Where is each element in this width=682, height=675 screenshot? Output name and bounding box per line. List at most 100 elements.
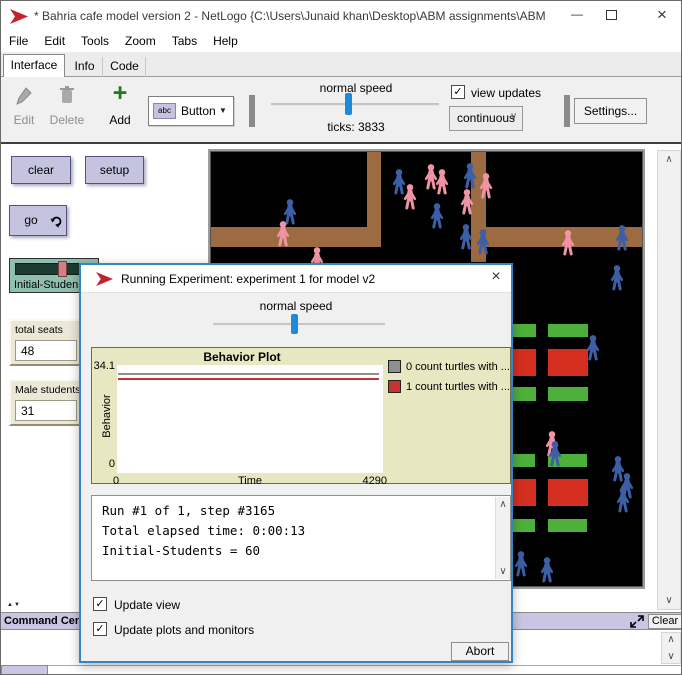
scroll-up-icon[interactable]: ∧ bbox=[658, 154, 680, 165]
wall bbox=[211, 227, 381, 247]
plot-line bbox=[118, 373, 379, 375]
splitter-handle[interactable]: ▲▼ bbox=[7, 602, 23, 612]
update-view-label: Update view bbox=[114, 598, 180, 612]
abort-button[interactable]: Abort bbox=[451, 642, 509, 661]
female-student-turtle bbox=[435, 169, 449, 195]
monitor-value: 48 bbox=[15, 340, 77, 361]
slider-handle[interactable] bbox=[58, 261, 67, 277]
dialog-speed-handle[interactable] bbox=[291, 314, 298, 334]
scroll-down-icon[interactable]: ∨ bbox=[658, 595, 680, 606]
forever-loop-icon bbox=[50, 215, 63, 228]
scroll-down-icon[interactable]: ∨ bbox=[496, 566, 510, 577]
female-student-turtle bbox=[403, 184, 417, 210]
check-icon: ✓ bbox=[95, 598, 104, 610]
menu-tabs[interactable]: Tabs bbox=[164, 31, 205, 52]
tab-info[interactable]: Info bbox=[67, 57, 103, 77]
seat bbox=[512, 519, 535, 532]
dialog-speed-track[interactable] bbox=[213, 323, 385, 326]
monitor-label: total seats bbox=[15, 324, 63, 336]
behavior-plot: Behavior Plot 34.1 0 Behavior 0 Time 429… bbox=[91, 347, 511, 484]
button-widget-chip-icon: abc bbox=[153, 103, 176, 119]
check-icon: ✓ bbox=[95, 623, 104, 635]
menu-edit[interactable]: Edit bbox=[36, 31, 73, 52]
world-vertical-scrollbar[interactable]: ∧ ∨ bbox=[657, 150, 681, 610]
plot-area bbox=[117, 365, 383, 473]
seat bbox=[548, 387, 588, 401]
dialog-close-button[interactable]: × bbox=[485, 268, 507, 286]
legend-label: 1 count turtles with ... bbox=[406, 381, 510, 393]
menu-help[interactable]: Help bbox=[205, 31, 246, 52]
toolbar-separator bbox=[564, 95, 570, 127]
female-student-turtle bbox=[561, 230, 575, 256]
male-student-turtle bbox=[586, 335, 600, 361]
x-axis-max-tick: 4290 bbox=[347, 475, 387, 487]
close-button[interactable]: × bbox=[649, 5, 675, 25]
total-seats-monitor: total seats 48 bbox=[9, 319, 81, 366]
dialog-title: Running Experiment: experiment 1 for mod… bbox=[121, 272, 375, 286]
widget-type-dropdown[interactable]: abc Button ▼ bbox=[148, 96, 234, 126]
seat bbox=[512, 324, 536, 337]
running-experiment-dialog: Running Experiment: experiment 1 for mod… bbox=[79, 263, 513, 663]
go-button[interactable]: go bbox=[9, 205, 67, 236]
female-student-turtle bbox=[460, 189, 474, 215]
male-student-turtle bbox=[463, 163, 477, 189]
speed-slider-track[interactable] bbox=[271, 103, 439, 106]
scroll-down-icon[interactable]: ∨ bbox=[662, 651, 680, 662]
menu-zoom[interactable]: Zoom bbox=[117, 31, 164, 52]
view-updates-checkbox[interactable]: ✓ bbox=[451, 85, 465, 99]
edit-label: Edit bbox=[5, 113, 43, 127]
legend-label: 0 count turtles with ... bbox=[406, 361, 510, 373]
tab-interface[interactable]: Interface bbox=[3, 54, 65, 77]
scroll-up-icon[interactable]: ∧ bbox=[662, 634, 680, 645]
male-student-turtle bbox=[615, 225, 629, 251]
command-scrollbar[interactable]: ∧ ∨ bbox=[661, 632, 681, 664]
minimize-button[interactable]: — bbox=[564, 7, 590, 21]
edit-pencil-icon[interactable] bbox=[16, 87, 32, 105]
seat bbox=[512, 454, 535, 467]
tab-code[interactable]: Code bbox=[104, 57, 146, 77]
update-view-checkbox[interactable]: ✓ bbox=[93, 597, 107, 611]
male-student-turtle bbox=[514, 551, 528, 577]
plot-title: Behavior Plot bbox=[92, 350, 392, 364]
output-scrollbar[interactable]: ∧ ∨ bbox=[495, 497, 510, 579]
toolbar: Edit Delete + Add abc Button ▼ normal sp… bbox=[1, 77, 682, 144]
setup-button[interactable]: setup bbox=[85, 156, 144, 184]
expand-icon[interactable] bbox=[630, 615, 644, 628]
command-input-row[interactable] bbox=[1, 665, 682, 675]
menu-tools[interactable]: Tools bbox=[73, 31, 117, 52]
male-student-turtle bbox=[476, 229, 490, 255]
run-output-line: Initial-Students = 60 bbox=[102, 543, 260, 558]
table bbox=[512, 479, 536, 506]
male-students-monitor: Male students 31 bbox=[9, 379, 81, 426]
delete-label: Delete bbox=[45, 113, 89, 127]
go-label: go bbox=[24, 213, 37, 227]
netlogo-icon bbox=[9, 8, 29, 25]
update-plots-checkbox[interactable]: ✓ bbox=[93, 622, 107, 636]
command-clear-button[interactable]: Clear bbox=[648, 614, 682, 629]
window-title: * Bahria cafe model version 2 - NetLogo … bbox=[34, 9, 549, 23]
settings-button[interactable]: Settings... bbox=[574, 98, 647, 124]
seat bbox=[548, 519, 587, 532]
menu-file[interactable]: File bbox=[1, 31, 36, 52]
add-plus-icon[interactable]: + bbox=[105, 79, 135, 108]
male-student-turtle bbox=[459, 224, 473, 250]
speed-slider-handle[interactable] bbox=[345, 93, 352, 115]
scroll-up-icon[interactable]: ∧ bbox=[496, 499, 510, 510]
y-axis-label: Behavior bbox=[101, 386, 113, 446]
titlebar: * Bahria cafe model version 2 - NetLogo … bbox=[1, 1, 682, 31]
clear-button[interactable]: clear bbox=[11, 156, 71, 184]
x-axis-label: Time bbox=[117, 475, 383, 487]
add-label: Add bbox=[105, 113, 135, 127]
update-plots-label: Update plots and monitors bbox=[114, 623, 254, 637]
table bbox=[548, 349, 588, 376]
female-student-turtle bbox=[276, 221, 290, 247]
male-student-turtle bbox=[616, 487, 630, 513]
update-mode-dropdown[interactable]: continuous ∨ bbox=[449, 106, 523, 131]
table bbox=[548, 479, 588, 506]
plot-line bbox=[118, 378, 379, 380]
maximize-button[interactable] bbox=[606, 10, 617, 20]
delete-trash-icon[interactable] bbox=[59, 85, 75, 105]
male-student-turtle bbox=[548, 441, 562, 467]
female-student-turtle bbox=[479, 173, 493, 199]
chevron-down-icon: ∨ bbox=[510, 111, 517, 122]
